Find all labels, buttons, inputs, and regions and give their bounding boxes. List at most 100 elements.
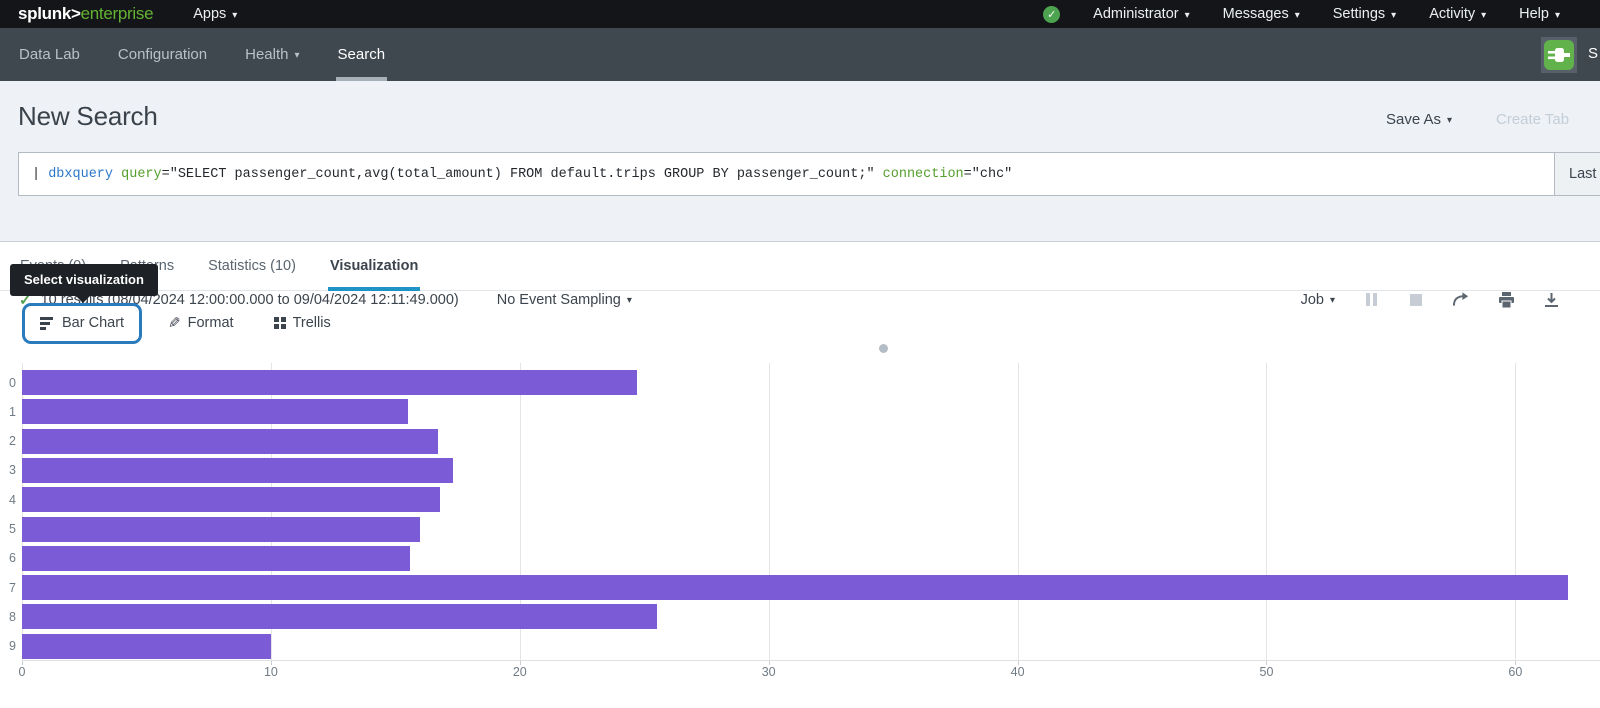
tab-statistics[interactable]: Statistics (10) — [206, 242, 298, 290]
caret-down-icon: ▾ — [294, 50, 299, 61]
caret-down-icon: ▾ — [1295, 10, 1300, 21]
caret-down-icon: ▾ — [232, 10, 237, 21]
save-as-label: Save As — [1386, 111, 1441, 128]
bar-9[interactable] — [22, 634, 271, 659]
activity-label: Activity — [1429, 6, 1475, 22]
configuration-label: Configuration — [118, 46, 207, 63]
tab-visualization-label: Visualization — [330, 258, 418, 274]
app-nav-bar: Data Lab Configuration Health ▾ Search S — [0, 28, 1600, 81]
query-arg1-value: ="SELECT passenger_count,avg(total_amoun… — [162, 167, 875, 182]
bar-chart: 01020304050600123456789 — [0, 355, 1600, 708]
caret-down-icon: ▾ — [1447, 115, 1452, 126]
bar-4[interactable] — [22, 487, 440, 512]
x-axis-tick-label: 30 — [762, 665, 776, 679]
time-range-picker[interactable]: Last — [1554, 152, 1600, 196]
caret-down-icon: ▾ — [1555, 10, 1560, 21]
save-as-button[interactable]: Save As ▾ — [1386, 111, 1452, 128]
y-axis-category-label: 7 — [0, 581, 16, 595]
messages-label: Messages — [1223, 6, 1289, 22]
bar-0[interactable] — [22, 370, 637, 395]
activity-menu[interactable]: Activity ▾ — [1429, 6, 1486, 22]
apps-menu[interactable]: Apps ▾ — [193, 6, 237, 22]
search-input[interactable]: | dbxquery query="SELECT passenger_count… — [18, 152, 1555, 196]
query-command: dbxquery — [48, 167, 113, 182]
query-arg1-key: query — [113, 167, 162, 182]
plug-icon — [1544, 40, 1574, 70]
y-axis-category-label: 5 — [0, 522, 16, 536]
x-axis-tick-label: 50 — [1260, 665, 1274, 679]
x-axis-tick-label: 10 — [264, 665, 278, 679]
db-connect-app-icon — [1541, 37, 1577, 73]
app-name-truncated: S — [1588, 45, 1598, 62]
x-axis-tick-label: 20 — [513, 665, 527, 679]
bar-3[interactable] — [22, 458, 453, 483]
query-arg2-value: ="chc" — [964, 167, 1013, 182]
y-axis-category-label: 0 — [0, 376, 16, 390]
nav-item-data-lab[interactable]: Data Lab — [19, 28, 80, 81]
page-title: New Search — [18, 101, 158, 132]
help-menu[interactable]: Help ▾ — [1519, 6, 1560, 22]
x-axis-tick-label: 0 — [19, 665, 26, 679]
settings-menu[interactable]: Settings ▾ — [1333, 6, 1396, 22]
settings-label: Settings — [1333, 6, 1385, 22]
bar-chart-label: Bar Chart — [62, 315, 124, 331]
bar-8[interactable] — [22, 604, 657, 629]
administrator-label: Administrator — [1093, 6, 1178, 22]
query-arg2-key: connection — [875, 167, 964, 182]
query-pipe: | — [32, 167, 48, 182]
format-button[interactable]: ✎ Format — [168, 314, 234, 332]
select-visualization-tooltip: Select visualization — [10, 264, 158, 296]
y-axis-category-label: 3 — [0, 463, 16, 477]
gridline — [769, 363, 770, 661]
bar-6[interactable] — [22, 546, 410, 571]
x-axis-line — [22, 660, 1600, 661]
y-axis-category-label: 4 — [0, 493, 16, 507]
bar-5[interactable] — [22, 517, 420, 542]
x-axis-tick-label: 60 — [1508, 665, 1522, 679]
logo-splunk-text: splunk> — [18, 4, 81, 24]
bar-7[interactable] — [22, 575, 1568, 600]
tab-visualization[interactable]: Visualization — [328, 242, 420, 290]
y-axis-category-label: 6 — [0, 551, 16, 565]
trellis-button[interactable]: Trellis — [274, 315, 331, 331]
top-bar: splunk> enterprise Apps ▾ ✓ Administrato… — [0, 0, 1600, 28]
bar-chart-icon — [40, 317, 53, 330]
caret-down-icon: ▾ — [1391, 10, 1396, 21]
nav-item-health[interactable]: Health ▾ — [245, 28, 299, 81]
trellis-icon — [274, 317, 286, 329]
help-label: Help — [1519, 6, 1549, 22]
administrator-menu[interactable]: Administrator ▾ — [1093, 6, 1189, 22]
gridline — [1515, 363, 1516, 661]
gridline — [1266, 363, 1267, 661]
y-axis-category-label: 8 — [0, 610, 16, 624]
health-check-icon[interactable]: ✓ — [1043, 6, 1060, 23]
splunk-search-page: splunk> enterprise Apps ▾ ✓ Administrato… — [0, 0, 1600, 708]
caret-down-icon: ▾ — [1481, 10, 1486, 21]
messages-menu[interactable]: Messages ▾ — [1223, 6, 1300, 22]
create-table-button[interactable]: Create Tab — [1496, 111, 1569, 128]
y-axis-category-label: 9 — [0, 639, 16, 653]
trellis-label: Trellis — [293, 315, 331, 331]
health-label: Health — [245, 46, 288, 63]
bar-1[interactable] — [22, 399, 408, 424]
viz-controls: Bar Chart ✎ Format Trellis — [0, 291, 1600, 355]
x-axis-tick-label: 40 — [1011, 665, 1025, 679]
bar-2[interactable] — [22, 429, 438, 454]
search-header: New Search Save As ▾ Create Tab | dbxque… — [0, 81, 1600, 242]
cursor-dot — [879, 344, 888, 353]
tab-statistics-label: Statistics (10) — [208, 258, 296, 274]
apps-label: Apps — [193, 6, 226, 22]
nav-item-configuration[interactable]: Configuration — [118, 28, 207, 81]
caret-down-icon: ▾ — [1185, 10, 1190, 21]
gridline — [1018, 363, 1019, 661]
nav-item-search[interactable]: Search — [338, 28, 386, 81]
y-axis-category-label: 1 — [0, 405, 16, 419]
results-tabs: Events (0) Patterns Statistics (10) Visu… — [0, 242, 1600, 291]
topbar-right-menus: ✓ Administrator ▾ Messages ▾ Settings ▾ … — [1043, 6, 1560, 23]
data-lab-label: Data Lab — [19, 46, 80, 63]
pencil-icon: ✎ — [168, 314, 181, 332]
search-label: Search — [338, 46, 386, 63]
logo-enterprise-text: enterprise — [81, 4, 154, 24]
splunk-logo[interactable]: splunk> enterprise — [18, 4, 153, 24]
format-label: Format — [188, 315, 234, 331]
